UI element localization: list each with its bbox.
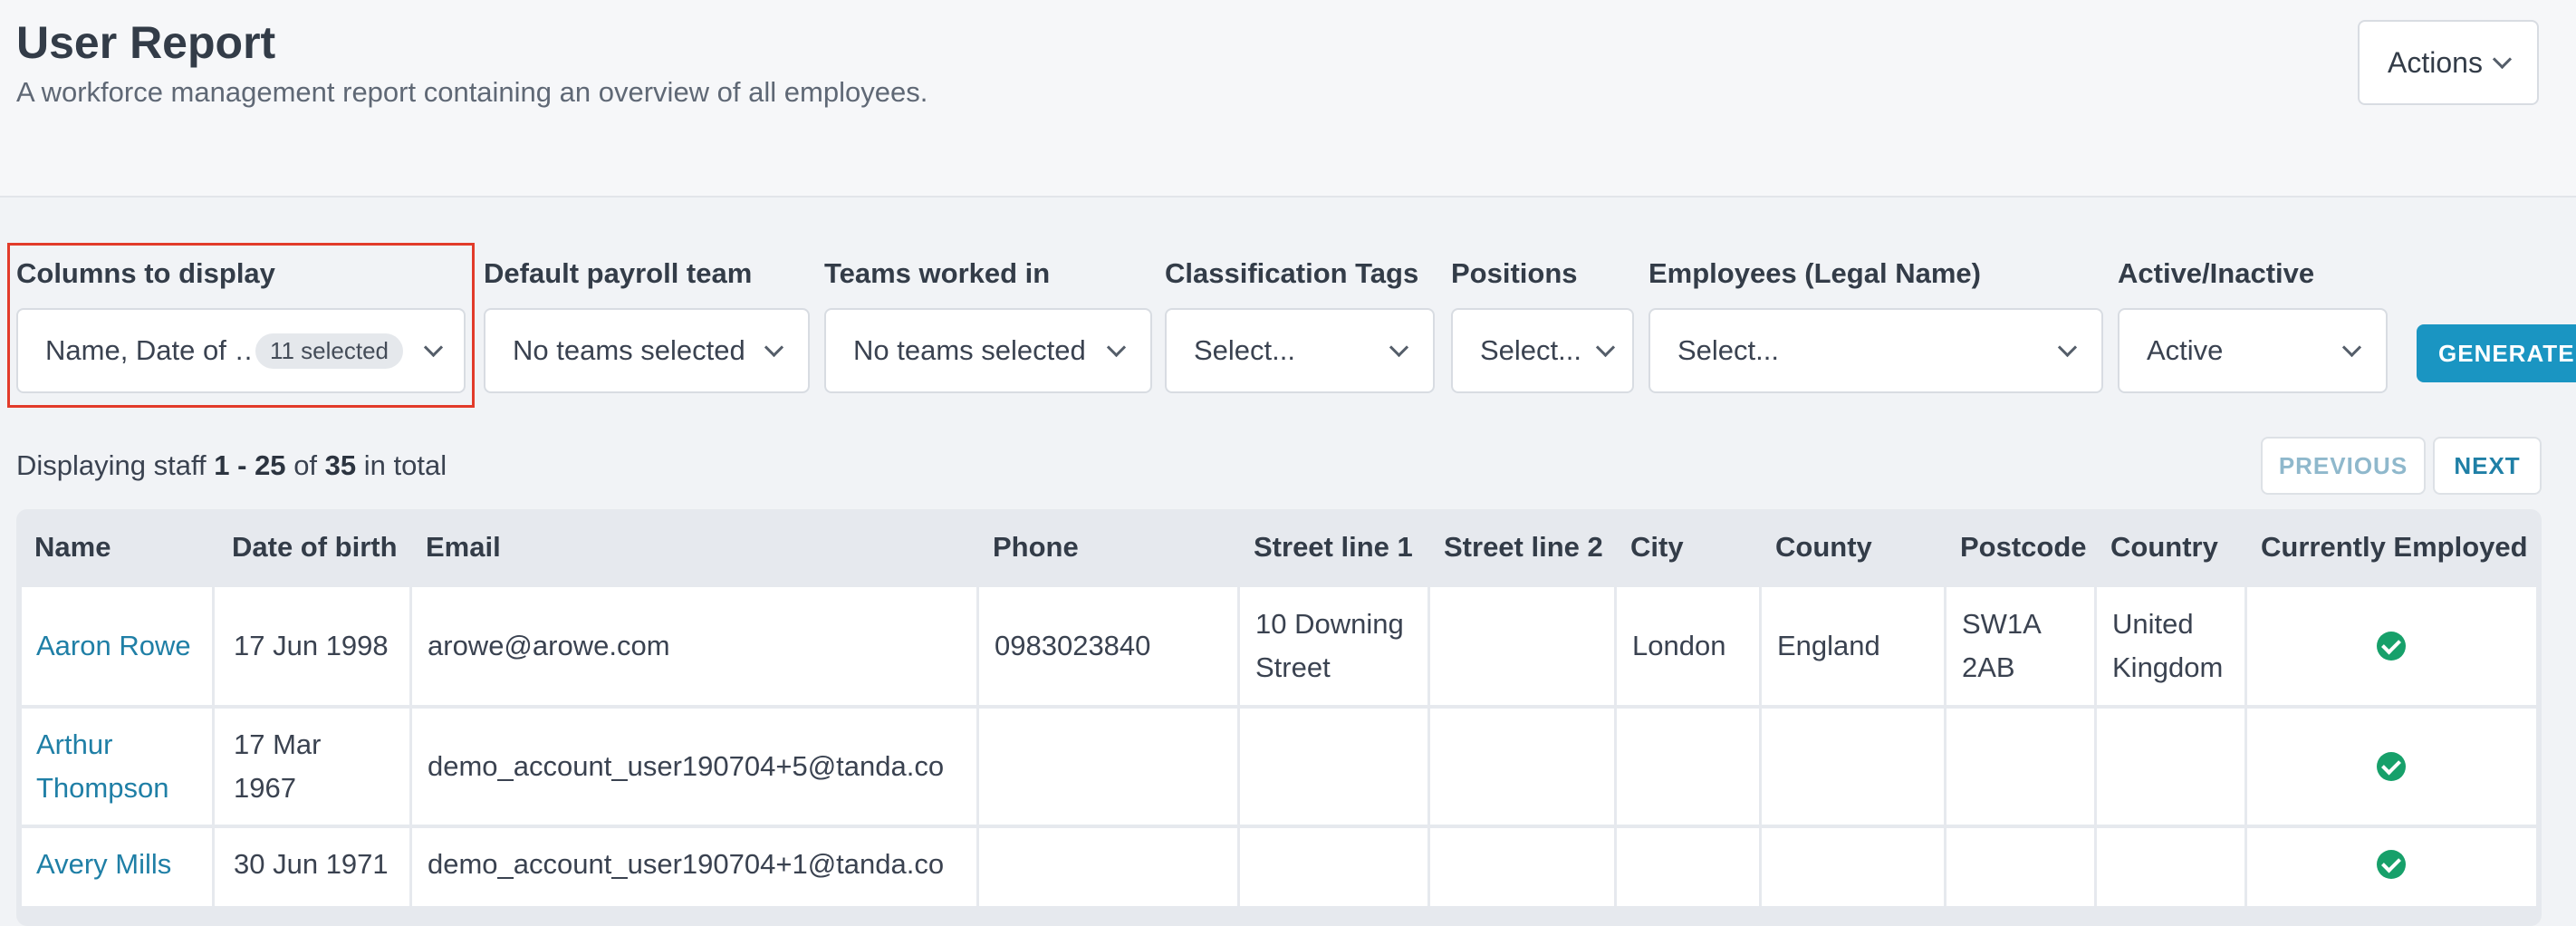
chevron-down-icon	[1389, 337, 1409, 357]
pagination-range: 1 - 25	[214, 449, 286, 481]
column-header-county[interactable]: County	[1775, 531, 1872, 564]
selection-highlight	[7, 243, 475, 408]
column-header-name[interactable]: Name	[34, 531, 111, 564]
employee-name-link[interactable]: Arthur Thompson	[36, 723, 199, 810]
column-header-phone[interactable]: Phone	[993, 531, 1079, 564]
pagination-of: of	[293, 449, 318, 481]
next-button[interactable]: NEXT	[2433, 437, 2542, 495]
chevron-down-icon	[1595, 337, 1616, 357]
cell-phone: 0983023840	[995, 630, 1151, 661]
cell-country: United Kingdom	[2112, 608, 2224, 683]
filter-label: Positions	[1451, 257, 1578, 289]
teams-worked-select[interactable]: No teams selected	[824, 308, 1152, 393]
chevron-down-icon	[1106, 337, 1127, 357]
active-inactive-select[interactable]: Active	[2118, 308, 2388, 393]
chevron-down-icon	[2492, 49, 2513, 69]
chevron-down-icon	[764, 337, 784, 357]
filter-teams-worked: Teams worked in No teams selected	[824, 257, 1152, 393]
select-value: Select...	[1480, 334, 1581, 366]
actions-button[interactable]: Actions	[2358, 20, 2539, 105]
cell-city: London	[1632, 630, 1726, 661]
column-header-street-line-2[interactable]: Street line 2	[1444, 531, 1603, 564]
filter-label: Active/Inactive	[2118, 257, 2315, 289]
payroll-team-select[interactable]: No teams selected	[484, 308, 810, 393]
column-header-city[interactable]: City	[1630, 531, 1684, 564]
cell-postcode: SW1A 2AB	[1962, 608, 2041, 683]
column-header-country[interactable]: Country	[2110, 531, 2218, 564]
check-circle-icon	[2377, 850, 2406, 879]
classification-tags-select[interactable]: Select...	[1165, 308, 1435, 393]
employee-name-link[interactable]: Avery Mills	[36, 843, 171, 886]
filter-label: Employees (Legal Name)	[1648, 257, 1981, 289]
pagination-prefix: Displaying staff	[16, 449, 207, 481]
cell-dob: 17 Mar 1967	[234, 728, 322, 804]
column-divider	[212, 587, 215, 906]
generate-button[interactable]: GENERATE	[2417, 324, 2576, 382]
cell-email: demo_account_user190704+5@tanda.co	[428, 750, 945, 782]
cell-county: England	[1777, 630, 1880, 661]
page-title: User Report	[16, 17, 276, 68]
actions-label: Actions	[2388, 45, 2483, 79]
table-row	[22, 828, 2536, 906]
filter-label: Default payroll team	[484, 257, 753, 289]
chevron-down-icon	[2341, 337, 2362, 357]
pagination-summary: Displaying staff 1 - 25 of 35 in total	[16, 449, 447, 482]
check-circle-icon	[2377, 632, 2406, 661]
filter-employees: Employees (Legal Name) Select...	[1648, 257, 2103, 393]
page-header: User Report A workforce management repor…	[0, 0, 2576, 198]
positions-select[interactable]: Select...	[1451, 308, 1634, 393]
previous-button[interactable]: PREVIOUS	[2261, 437, 2426, 495]
column-divider	[1944, 587, 1946, 906]
chevron-down-icon	[2057, 337, 2078, 357]
select-value: Active	[2147, 334, 2224, 366]
select-value: No teams selected	[513, 334, 745, 366]
check-circle-icon	[2377, 752, 2406, 781]
filter-positions: Positions Select...	[1451, 257, 1634, 393]
select-value: No teams selected	[853, 334, 1086, 366]
filter-payroll-team: Default payroll team No teams selected	[484, 257, 810, 393]
employee-name-link[interactable]: Aaron Rowe	[36, 624, 191, 668]
column-divider	[1237, 587, 1240, 906]
page-subtitle: A workforce management report containing…	[16, 76, 928, 108]
cell-dob: 30 Jun 1971	[234, 848, 389, 880]
pagination-suffix: in total	[363, 449, 447, 481]
column-header-date-of-birth[interactable]: Date of birth	[232, 531, 398, 564]
column-divider	[976, 587, 979, 906]
column-divider	[1614, 587, 1617, 906]
cell-dob: 17 Jun 1998	[234, 630, 389, 661]
select-value: Select...	[1677, 334, 1779, 366]
cell-email: arowe@arowe.com	[428, 630, 670, 661]
filter-label: Classification Tags	[1165, 257, 1419, 289]
employees-select[interactable]: Select...	[1648, 308, 2103, 393]
column-divider	[1427, 587, 1430, 906]
filter-classification-tags: Classification Tags Select...	[1165, 257, 1435, 393]
column-header-postcode[interactable]: Postcode	[1960, 531, 2087, 564]
pagination-total: 35	[324, 449, 357, 481]
column-divider	[2094, 587, 2097, 906]
column-divider	[2244, 587, 2247, 906]
column-divider	[409, 587, 412, 906]
column-header-currently-employed[interactable]: Currently Employed	[2261, 531, 2528, 564]
select-value: Select...	[1194, 334, 1295, 366]
cell-email: demo_account_user190704+1@tanda.co	[428, 848, 945, 880]
column-divider	[1759, 587, 1762, 906]
column-header-street-line-1[interactable]: Street line 1	[1254, 531, 1413, 564]
table-row	[22, 709, 2536, 825]
cell-street-line-1: 10 Downing Street	[1255, 608, 1404, 683]
filter-active-inactive: Active/Inactive Active	[2118, 257, 2388, 393]
filter-label: Teams worked in	[824, 257, 1051, 289]
column-header-email[interactable]: Email	[426, 531, 501, 564]
